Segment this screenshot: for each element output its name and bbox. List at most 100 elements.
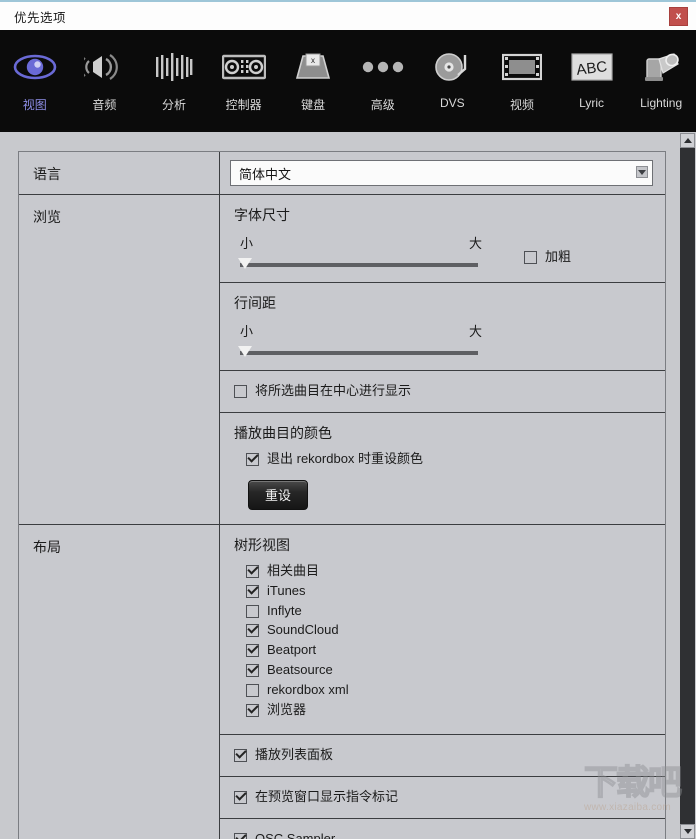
tab-keyboard[interactable]: x 键盘 [278,46,348,113]
tab-audio[interactable]: 音频 [70,46,140,113]
checkbox-icon [246,664,259,678]
checkbox-icon [524,251,537,265]
scroll-down-arrow-icon[interactable] [680,824,695,839]
row-browse: 浏览 字体尺寸 小 大 加粗 行间距 小 大 将所选曲目在中心进行显示 播放曲目… [19,195,665,525]
tree-item-beatport[interactable]: Beatport [246,642,651,659]
row-browse-body: 字体尺寸 小 大 加粗 行间距 小 大 将所选曲目在中心进行显示 播放曲目的颜色… [220,195,665,524]
film-icon [501,46,542,88]
eye-icon [13,46,57,88]
tree-item-inflyte[interactable]: Inflyte [246,603,651,620]
row-language-body: 简体中文 [220,152,665,194]
line-spacing-slider[interactable] [234,344,484,358]
tree-item-soundcloud[interactable]: SoundCloud [246,622,651,639]
checkbox-icon [234,832,247,839]
tab-controller-label: 控制器 [225,98,262,112]
waveform-icon [154,46,194,88]
chevron-down-icon [636,166,648,178]
spotlight-icon [641,46,681,88]
font-size-title: 字体尺寸 [234,207,290,223]
playlist-panel-group: 播放列表面板 [220,735,665,777]
list-item-label: OSC Sampler [255,830,336,839]
checkbox-icon [234,748,247,762]
list-item-label: 在预览窗口显示指令标记 [255,788,399,804]
tab-advanced[interactable]: 高级 [348,46,418,113]
center-selected-checkbox[interactable]: 将所选曲目在中心进行显示 [234,383,651,400]
language-select[interactable]: 简体中文 [230,160,653,186]
row-browse-label: 浏览 [19,195,220,524]
row-language: 语言 简体中文 [19,152,665,195]
osc-sampler-checkbox[interactable]: OSC Sampler [234,831,651,839]
center-selected-label: 将所选曲目在中心进行显示 [255,383,412,398]
tree-item-beatsource[interactable]: Beatsource [246,662,651,679]
tab-dvs[interactable]: DVS [418,46,488,110]
tab-video-label: 视频 [509,98,534,112]
checkbox-icon [246,604,259,618]
tab-analysis[interactable]: 分析 [139,46,209,113]
font-size-slider-track [240,263,478,267]
speaker-icon [84,46,124,88]
font-size-slider-thumb[interactable] [238,258,252,269]
tree-view-title: 树形视图 [234,536,290,553]
settings-table: 语言 简体中文 浏览 字体尺寸 小 大 加粗 行间距 小 大 将所选曲目在中心进… [18,151,666,839]
tab-dvs-label: DVS [440,96,465,110]
window-title: 优先选项 [14,10,67,25]
list-item-label: 相关曲目 [267,562,320,578]
turntable-icon [434,46,470,88]
checkbox-icon [246,584,259,598]
checkbox-icon [246,452,259,466]
line-spacing-slider-thumb[interactable] [238,346,252,357]
tab-view[interactable]: 视图 [0,46,70,113]
language-select-value: 简体中文 [239,166,292,182]
vertical-scrollbar[interactable] [680,133,695,839]
tab-lyric[interactable]: ABC Lyric [557,46,627,110]
list-item-label: rekordbox xml [267,682,349,698]
checkbox-icon [246,684,259,698]
preferences-dialog: 优先选项 x 视图 音频 分析 控制器 x 键盘 高级 DVS 视频 ABC L… [0,0,696,839]
tab-advanced-label: 高级 [370,98,395,112]
list-item-label: Beatport [267,642,317,658]
preview-cue-markers-checkbox[interactable]: 在预览窗口显示指令标记 [234,789,651,806]
svg-text:x: x [311,56,315,65]
checkbox-icon [246,624,259,638]
tree-view-group: 树形视图 相关曲目 iTunes Inflyte SoundCloud Beat… [220,525,665,735]
scroll-up-arrow-icon[interactable] [680,133,695,148]
close-icon[interactable]: x [669,7,688,26]
title-bar: 优先选项 x [0,0,696,30]
preview-cue-markers-group: 在预览窗口显示指令标记 [220,777,665,819]
tree-item-related-tracks[interactable]: 相关曲目 [246,563,651,580]
font-size-slider[interactable] [234,256,484,270]
tree-item-itunes[interactable]: iTunes [246,583,651,600]
playlist-panel-checkbox[interactable]: 播放列表面板 [234,747,651,764]
reset-color-on-exit-label: 退出 rekordbox 时重设颜色 [267,450,424,466]
font-bold-checkbox[interactable]: 加粗 [524,249,571,266]
scrollbar-track[interactable] [680,148,695,824]
center-selected-group: 将所选曲目在中心进行显示 [220,371,665,413]
reset-color-on-exit-checkbox[interactable]: 退出 rekordbox 时重设颜色 [246,451,651,468]
list-item-label: 播放列表面板 [255,746,334,762]
tree-item-rekordbox-xml[interactable]: rekordbox xml [246,682,651,699]
preferences-content: 语言 简体中文 浏览 字体尺寸 小 大 加粗 行间距 小 大 将所选曲目在中心进… [0,132,696,839]
line-spacing-title: 行间距 [234,295,276,311]
row-language-label: 语言 [19,152,220,194]
tab-lighting[interactable]: Lighting [626,46,696,110]
abc-icon: ABC [570,46,613,88]
font-size-min-label: 小 [240,236,254,251]
playing-color-title: 播放曲目的颜色 [234,424,332,441]
osc-sampler-group: OSC Sampler [220,819,665,839]
tab-controller[interactable]: 控制器 [209,46,279,113]
checkbox-icon [246,564,259,578]
checkbox-icon [234,384,247,398]
font-bold-label: 加粗 [545,249,572,265]
reset-button[interactable]: 重设 [248,479,309,510]
screen: 优先选项 x 视图 音频 分析 控制器 x 键盘 高级 DVS 视频 ABC L… [0,0,696,839]
tab-video[interactable]: 视频 [487,46,557,113]
line-spacing-slider-track [240,351,478,355]
row-layout: 布局 树形视图 相关曲目 iTunes Inflyte SoundCloud B… [19,524,665,839]
list-item-label: 浏览器 [267,702,307,718]
tree-item-browser[interactable]: 浏览器 [246,702,651,719]
ellipsis-icon [361,46,405,88]
line-spacing-min-label: 小 [240,324,254,339]
list-item-label: Beatsource [267,662,333,678]
tab-analysis-label: 分析 [161,98,186,112]
keyboard-icon: x [295,46,331,88]
